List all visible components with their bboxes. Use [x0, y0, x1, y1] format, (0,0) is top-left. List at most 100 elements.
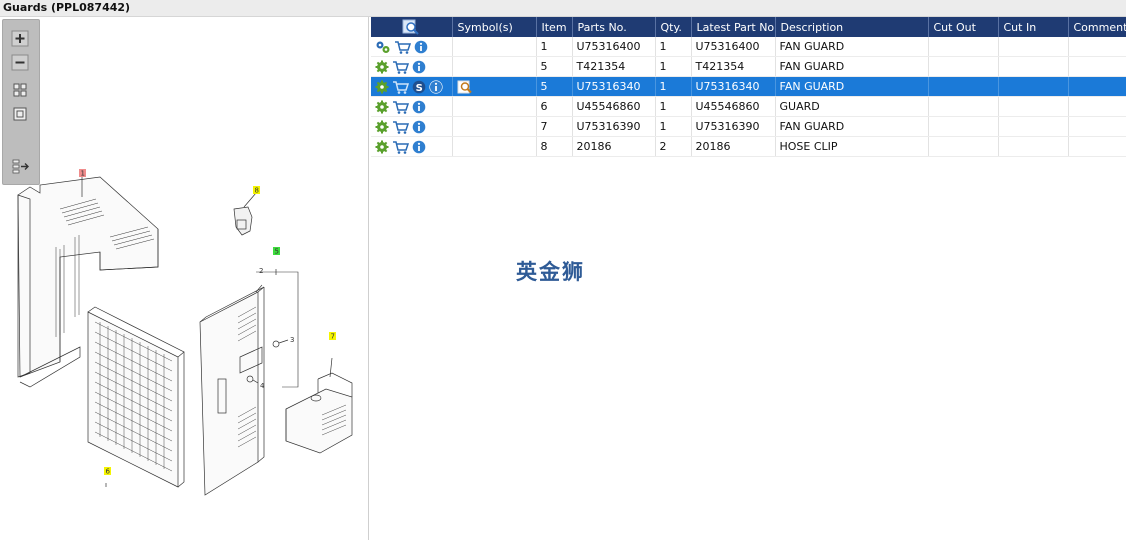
- row-symbols: [452, 136, 537, 157]
- row-actions: [371, 136, 453, 157]
- row-item: 1: [536, 37, 573, 57]
- row-actions: [371, 37, 453, 57]
- row-latest-part-no: 20186: [691, 136, 776, 157]
- cart-icon[interactable]: [392, 120, 409, 134]
- row-actions: [371, 96, 453, 117]
- svg-text:1: 1: [81, 170, 85, 178]
- magnify-doc-icon[interactable]: [457, 80, 473, 94]
- row-latest-part-no: T421354: [691, 56, 776, 77]
- row-comment: [1068, 56, 1126, 77]
- cart-icon[interactable]: [392, 60, 409, 74]
- row-actions: [371, 116, 453, 137]
- row-part-no: U75316390: [572, 116, 656, 137]
- zoom-out-button[interactable]: [11, 54, 31, 72]
- row-description: FAN GUARD: [775, 37, 929, 57]
- row-cut-out: [928, 116, 999, 137]
- gear-icon[interactable]: [375, 60, 389, 74]
- col-header-qty[interactable]: Qty.: [655, 17, 692, 37]
- window-title: Guards (PPL087442): [3, 1, 131, 14]
- svg-text:8: 8: [255, 187, 259, 195]
- table-header: Symbol(s) Item Parts No. Qty. Latest Par…: [371, 17, 1126, 37]
- row-symbols: [452, 37, 537, 57]
- row-cut-in: [998, 37, 1069, 57]
- row-cut-out: [928, 56, 999, 77]
- info-icon[interactable]: [414, 40, 428, 54]
- drawing-pane[interactable]: 1 8 5 2 3 4 7 6: [0, 17, 369, 540]
- row-description: FAN GUARD: [775, 56, 929, 77]
- row-comment: [1068, 136, 1126, 157]
- row-latest-part-no: U75316390: [691, 116, 776, 137]
- col-header-symbols[interactable]: Symbol(s): [452, 17, 537, 37]
- table-row[interactable]: 6 U45546860 1 U45546860 GUARD: [371, 96, 1126, 117]
- cart-icon[interactable]: [394, 40, 411, 54]
- cart-icon[interactable]: [392, 140, 409, 154]
- diagram-toolbar: [2, 19, 40, 185]
- row-qty: 1: [655, 56, 692, 77]
- row-cut-in: [998, 76, 1069, 97]
- gear-icon[interactable]: [375, 120, 389, 134]
- row-comment: [1068, 76, 1126, 97]
- info-icon[interactable]: [412, 60, 426, 74]
- row-symbols: [452, 76, 537, 97]
- col-header-parts-no[interactable]: Parts No.: [572, 17, 656, 37]
- svg-text:7: 7: [331, 333, 335, 341]
- row-cut-out: [928, 136, 999, 157]
- row-symbols: [452, 56, 537, 77]
- cart-icon[interactable]: [392, 80, 409, 94]
- row-cut-in: [998, 116, 1069, 137]
- info-icon[interactable]: [412, 100, 426, 114]
- svg-text:2: 2: [259, 267, 263, 275]
- gears-icon[interactable]: [375, 40, 391, 54]
- row-symbols: [452, 96, 537, 117]
- col-header-latest-part-no[interactable]: Latest Part No.: [691, 17, 776, 37]
- row-description: HOSE CLIP: [775, 136, 929, 157]
- info-icon[interactable]: [412, 140, 426, 154]
- col-header-cut-out[interactable]: Cut Out: [928, 17, 999, 37]
- table-row[interactable]: 1 U75316400 1 U75316400 FAN GUARD: [371, 37, 1126, 57]
- minus-icon: [11, 54, 29, 71]
- row-item: 7: [536, 116, 573, 137]
- row-cut-in: [998, 96, 1069, 117]
- col-header-cut-in[interactable]: Cut In: [998, 17, 1069, 37]
- row-cut-out: [928, 37, 999, 57]
- gear-icon[interactable]: [375, 80, 389, 94]
- row-actions: [371, 56, 453, 77]
- col-header-description[interactable]: Description: [775, 17, 929, 37]
- svg-text:3: 3: [290, 336, 294, 344]
- s-badge-icon[interactable]: S: [412, 80, 426, 94]
- watermark-text: 英金狮: [516, 260, 585, 284]
- actual-size-button[interactable]: [11, 106, 31, 124]
- exploded-parts-diagram: 1 8 5 2 3 4 7 6: [17, 169, 353, 496]
- row-item: 5: [536, 56, 573, 77]
- row-cut-in: [998, 136, 1069, 157]
- gear-icon[interactable]: [375, 140, 389, 154]
- info-icon[interactable]: [429, 79, 443, 94]
- table-row-selected[interactable]: S 5 U75316340 1 U75316340 FAN GUARD: [371, 76, 1126, 97]
- row-actions: S: [371, 76, 453, 97]
- export-button[interactable]: [11, 158, 31, 176]
- col-header-item[interactable]: Item: [536, 17, 573, 37]
- row-latest-part-no: U45546860: [691, 96, 776, 117]
- magnify-search-icon: [402, 19, 419, 35]
- gear-icon[interactable]: [375, 100, 389, 114]
- zoom-in-button[interactable]: [11, 30, 31, 48]
- svg-text:5: 5: [275, 248, 279, 256]
- info-icon[interactable]: [412, 120, 426, 134]
- fit-all-button[interactable]: [11, 82, 31, 100]
- col-header-actions[interactable]: [371, 17, 453, 37]
- parts-list-pane: Symbol(s) Item Parts No. Qty. Latest Par…: [371, 17, 1126, 540]
- row-comment: [1068, 116, 1126, 137]
- row-comment: [1068, 96, 1126, 117]
- table-row[interactable]: 5 T421354 1 T421354 FAN GUARD: [371, 56, 1126, 77]
- row-cut-in: [998, 56, 1069, 77]
- row-latest-part-no: U75316340: [691, 76, 776, 97]
- col-header-comment[interactable]: Comment: [1068, 17, 1126, 37]
- cart-icon[interactable]: [392, 100, 409, 114]
- table-row[interactable]: 7 U75316390 1 U75316390 FAN GUARD: [371, 116, 1126, 137]
- row-description: GUARD: [775, 96, 929, 117]
- row-item: 5: [536, 76, 573, 97]
- table-row[interactable]: 8 20186 2 20186 HOSE CLIP: [371, 136, 1126, 157]
- row-part-no: U45546860: [572, 96, 656, 117]
- row-qty: 1: [655, 96, 692, 117]
- svg-text:4: 4: [260, 382, 265, 390]
